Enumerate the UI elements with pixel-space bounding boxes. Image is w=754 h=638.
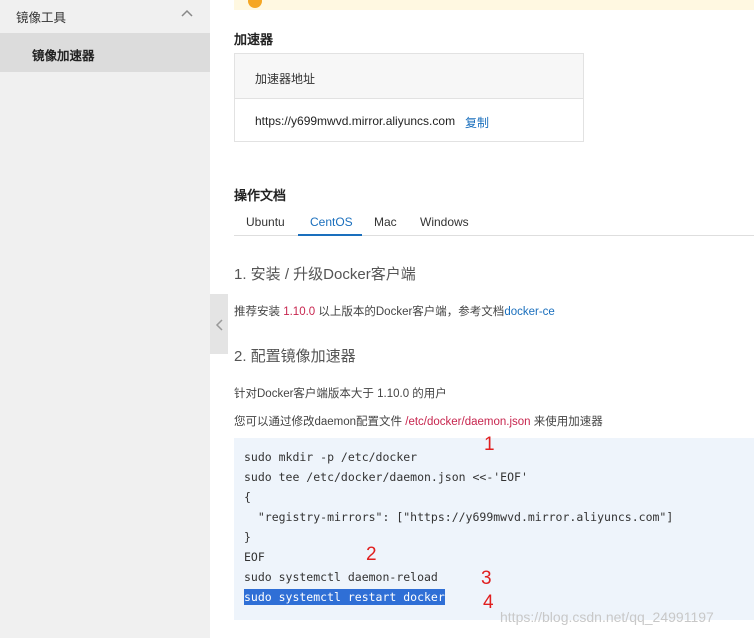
watermark: https://blog.csdn.net/qq_24991197 [500,609,714,625]
step2-line2-before: 您可以通过修改daemon配置文件 [234,416,406,428]
annotation-marker-1: 1 [484,434,495,455]
sidebar-item-label: 镜像加速器 [32,49,95,63]
step2-line2-after: 来使用加速器 [530,416,603,428]
docker-ce-link[interactable]: docker-ce [504,306,555,318]
code-line: sudo tee /etc/docker/daemon.json <<-'EOF… [244,470,528,484]
sidebar: 镜像工具 镜像加速器 [0,0,210,638]
sidebar-item-mirror-accelerator[interactable]: 镜像加速器 [0,33,210,72]
step1-text-before: 推荐安装 [234,306,284,318]
annotation-marker-3: 3 [481,568,492,589]
accelerator-address-label: 加速器地址 [255,72,316,86]
docs-title: 操作文档 [234,188,287,203]
warning-icon [248,0,262,8]
code-line: EOF [244,550,265,564]
code-line: sudo systemctl daemon-reload [244,570,438,584]
code-line: sudo mkdir -p /etc/docker [244,450,418,464]
os-tabs: Ubuntu CentOS Mac Windows [234,210,754,236]
daemon-json-path: /etc/docker/daemon.json [405,416,531,428]
tab-centos[interactable]: CentOS [310,215,353,229]
step1-heading: 1. 安装 / 升级Docker客户端 [234,266,416,283]
step1-version: 1.10.0 [283,306,316,318]
code-block[interactable]: sudo mkdir -p /etc/docker sudo tee /etc/… [234,434,754,620]
step2-line1: 针对Docker客户端版本大于 1.10.0 的用户 [234,388,447,400]
sidebar-section-label: 镜像工具 [16,11,67,25]
code-line: { [244,490,251,504]
notice-bar [234,0,754,10]
accelerator-table: 加速器地址 https://y699mwvd.mirror.aliyuncs.c… [234,53,584,142]
step1-text: 推荐安装 1.10.0 以上版本的Docker客户端，参考文档docker-ce [234,303,555,319]
tab-ubuntu[interactable]: Ubuntu [246,215,285,229]
chevron-left-icon [215,319,223,331]
sidebar-section-header[interactable]: 镜像工具 [0,0,210,30]
chevron-up-icon[interactable] [180,8,194,18]
annotation-marker-2: 2 [366,544,377,565]
sidebar-collapse-handle[interactable] [210,294,228,354]
step2-line2: 您可以通过修改daemon配置文件 /etc/docker/daemon.jso… [234,413,603,429]
tab-mac[interactable]: Mac [374,215,397,229]
main-content: 加速器 加速器地址 https://y699mwvd.mirror.aliyun… [234,0,754,638]
tab-windows[interactable]: Windows [420,215,469,229]
copy-button[interactable]: 复制 [465,114,489,131]
code-line: "registry-mirrors": ["https://y699mwvd.m… [244,510,674,524]
accelerator-url: https://y699mwvd.mirror.aliyuncs.com [255,114,456,128]
active-tab-indicator [298,234,362,236]
accelerator-row: https://y699mwvd.mirror.aliyuncs.com 复制 [235,99,583,142]
annotation-marker-4: 4 [483,592,494,613]
step2-heading: 2. 配置镜像加速器 [234,348,356,365]
code-line-selected: sudo systemctl restart docker [244,589,445,605]
code-line: } [244,530,251,544]
accelerator-table-header: 加速器地址 [235,54,583,99]
step1-text-after: 以上版本的Docker客户端，参考文档 [315,306,505,318]
accelerator-title: 加速器 [234,32,274,47]
